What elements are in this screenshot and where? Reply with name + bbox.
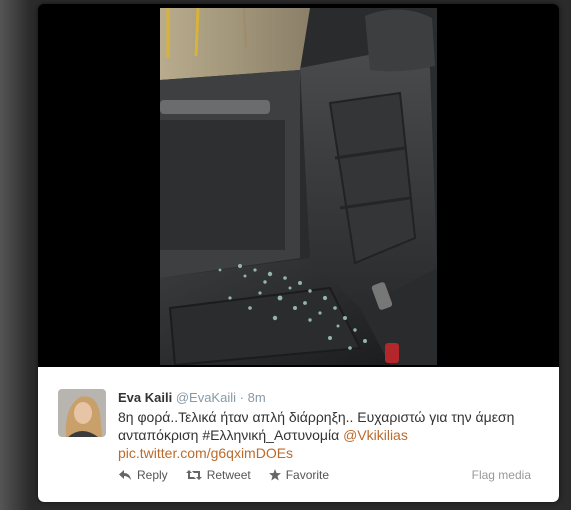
reply-button[interactable]: Reply [118, 468, 168, 482]
tweet-timestamp[interactable]: 8m [248, 390, 266, 405]
separator-dot: · [239, 390, 244, 405]
reply-icon [119, 470, 131, 480]
pic-link[interactable]: pic.twitter.com/g6qximDOEs [118, 444, 538, 462]
tweet-text: 8η φορά..Τελικά ήταν απλή διάρρηξη.. Ευχ… [118, 408, 538, 462]
favorite-button[interactable]: Favorite [268, 468, 330, 482]
tweet-text-line1: 8η φορά..Τελικά ήταν απλή διάρρηξη.. Ευχ… [118, 409, 515, 425]
tweet-text-line2-start: ανταπόκριση #Ελληνική_Αστυνομία [118, 427, 340, 443]
author-handle[interactable]: @EvaKaili [176, 390, 236, 405]
media-modal: Eva Kaili @EvaKaili · 8m 8η φορά..Τελικά… [38, 4, 559, 502]
tweet-header: Eva Kaili @EvaKaili · 8m [118, 389, 266, 407]
avatar[interactable] [58, 389, 106, 437]
retweet-icon [185, 470, 202, 480]
flag-media-link[interactable]: Flag media [472, 468, 531, 482]
tweet-photo[interactable] [160, 8, 437, 365]
car-seat-photo [160, 8, 437, 365]
reply-label: Reply [137, 468, 168, 482]
retweet-button[interactable]: Retweet [185, 468, 251, 482]
mention-link[interactable]: @Vkikilias [343, 427, 408, 443]
tweet-actions: Reply Retweet Favorite [118, 468, 329, 482]
page-backdrop: Eva Kaili @EvaKaili · 8m 8η φορά..Τελικά… [0, 0, 571, 510]
retweet-label: Retweet [206, 468, 251, 482]
favorite-icon [268, 469, 281, 481]
favorite-label: Favorite [285, 468, 330, 482]
tweet-text-line2: ανταπόκριση #Ελληνική_Αστυνομία @Vkikili… [118, 426, 538, 444]
author-name[interactable]: Eva Kaili [118, 390, 172, 405]
tweet-card: Eva Kaili @EvaKaili · 8m 8η φορά..Τελικά… [38, 367, 559, 502]
avatar-image [58, 389, 106, 437]
